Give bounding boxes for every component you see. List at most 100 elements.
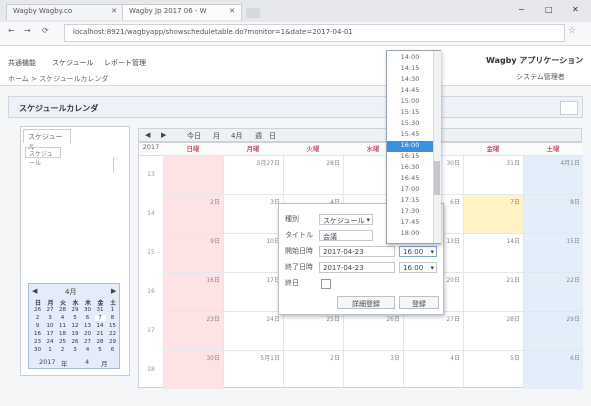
- calendar-day-cell[interactable]: 25日: [283, 311, 343, 350]
- time-option[interactable]: 17:00: [387, 185, 433, 196]
- calendar-day-cell[interactable]: 16日: [163, 272, 223, 311]
- time-option[interactable]: 17:30: [387, 207, 433, 218]
- mini-day[interactable]: 7: [94, 315, 106, 321]
- mini-day[interactable]: 15: [107, 323, 118, 329]
- register-button[interactable]: 登録: [399, 296, 439, 309]
- calendar-day-cell[interactable]: 23日: [163, 311, 223, 350]
- mini-day[interactable]: 30: [82, 307, 93, 313]
- time-option[interactable]: 15:30: [387, 119, 433, 130]
- week-view-button[interactable]: 週: [255, 131, 262, 141]
- calendar-day-cell[interactable]: 5日: [463, 350, 523, 389]
- browser-tab-2[interactable]: Wagby Jp 2017 06 - W ✕: [122, 4, 242, 20]
- mini-day[interactable]: 29: [107, 339, 118, 345]
- calendar-day-cell[interactable]: 28日: [283, 155, 343, 194]
- start-time-select[interactable]: 16:00 ▾: [399, 246, 437, 257]
- time-option[interactable]: 16:00: [387, 141, 433, 152]
- mini-day[interactable]: 26: [70, 339, 81, 345]
- calendar-day-cell[interactable]: 2日: [163, 194, 223, 233]
- star-icon[interactable]: ☆: [568, 26, 576, 36]
- mini-day[interactable]: 28: [95, 339, 106, 345]
- mini-day[interactable]: 4: [57, 315, 68, 321]
- calendar-day-cell[interactable]: 9日: [163, 233, 223, 272]
- time-option[interactable]: 16:30: [387, 163, 433, 174]
- minimize-icon[interactable]: −: [518, 5, 525, 14]
- mini-day[interactable]: 25: [57, 339, 68, 345]
- mini-day[interactable]: 20: [82, 331, 93, 337]
- title-input[interactable]: 会議: [319, 230, 373, 241]
- mini-day[interactable]: 1: [45, 347, 56, 353]
- close-icon[interactable]: ✕: [111, 7, 117, 15]
- mini-day[interactable]: 11: [57, 323, 68, 329]
- close-window-icon[interactable]: ✕: [572, 5, 579, 14]
- time-option[interactable]: 16:45: [387, 174, 433, 185]
- mini-day[interactable]: 3: [45, 315, 56, 321]
- filter-tag[interactable]: スケジュール: [25, 147, 61, 167]
- mini-day[interactable]: 6: [107, 347, 118, 353]
- mini-year[interactable]: 2017: [39, 358, 56, 366]
- day-view-button[interactable]: 日: [269, 131, 276, 141]
- maximize-icon[interactable]: □: [545, 5, 553, 14]
- time-option[interactable]: 16:15: [387, 152, 433, 163]
- calendar-day-cell[interactable]: 30日: [163, 350, 223, 389]
- calendar-day-cell[interactable]: 6日: [523, 350, 583, 389]
- mini-day[interactable]: 12: [70, 323, 81, 329]
- calendar-day-cell[interactable]: 4日: [403, 350, 463, 389]
- mini-day[interactable]: 4: [82, 347, 93, 353]
- time-option[interactable]: 15:15: [387, 108, 433, 119]
- mini-day[interactable]: 9: [32, 323, 43, 329]
- mini-day[interactable]: 28: [57, 307, 68, 313]
- dropdown-scroll-thumb[interactable]: [434, 161, 440, 195]
- mini-month-value[interactable]: 4: [85, 358, 89, 366]
- time-option[interactable]: 14:15: [387, 64, 433, 75]
- mini-day[interactable]: 5: [70, 315, 81, 321]
- close-icon[interactable]: ✕: [229, 7, 235, 15]
- new-tab-button[interactable]: [246, 8, 260, 18]
- mini-day[interactable]: 16: [32, 331, 43, 337]
- next-button[interactable]: ▶: [161, 131, 166, 139]
- mini-day[interactable]: 31: [95, 307, 106, 313]
- browser-tab-1[interactable]: Wagby Wagby.co ✕: [6, 4, 124, 20]
- calendar-day-cell[interactable]: 26日: [343, 311, 403, 350]
- start-date-input[interactable]: 2017-04-23: [319, 246, 395, 257]
- menu-item-schedule[interactable]: スケジュール: [52, 58, 94, 72]
- calendar-day-cell[interactable]: 15日: [523, 233, 583, 272]
- time-option[interactable]: 14:00: [387, 53, 433, 64]
- menu-item-report[interactable]: レポート管理: [104, 58, 146, 72]
- mini-day[interactable]: 17: [45, 331, 56, 337]
- address-bar[interactable]: localhost:8921/wagbyapp/showscheduletabl…: [64, 24, 565, 42]
- calendar-day-cell[interactable]: 22日: [523, 272, 583, 311]
- calendar-day-cell[interactable]: 4月1日: [523, 155, 583, 194]
- mini-day[interactable]: 27: [45, 307, 56, 313]
- calendar-day-cell[interactable]: 10日: [223, 233, 283, 272]
- mini-day[interactable]: 22: [107, 331, 118, 337]
- time-option[interactable]: 15:45: [387, 130, 433, 141]
- today-button[interactable]: 今日: [187, 131, 201, 141]
- time-option[interactable]: 14:30: [387, 75, 433, 86]
- calendar-day-cell[interactable]: 14日: [463, 233, 523, 272]
- calendar-day-cell[interactable]: 28日: [463, 311, 523, 350]
- calendar-day-cell[interactable]: [163, 155, 223, 194]
- mini-day[interactable]: 30: [32, 347, 43, 353]
- prev-month-icon[interactable]: ◀: [32, 287, 37, 295]
- mini-day[interactable]: 29: [70, 307, 81, 313]
- reload-icon[interactable]: ⟳: [42, 26, 49, 42]
- mini-day[interactable]: 3: [70, 347, 81, 353]
- calendar-day-cell[interactable]: 31日: [463, 155, 523, 194]
- next-month-icon[interactable]: ▶: [111, 287, 116, 295]
- calendar-day-cell[interactable]: 7日: [463, 194, 523, 233]
- mini-day[interactable]: 24: [45, 339, 56, 345]
- calendar-day-cell[interactable]: 8日: [523, 194, 583, 233]
- calendar-day-cell[interactable]: 27日: [403, 311, 463, 350]
- settings-button[interactable]: [560, 101, 578, 115]
- end-time-select[interactable]: 16:00 ▾: [399, 262, 437, 273]
- time-option[interactable]: 15:00: [387, 97, 433, 108]
- time-option[interactable]: 18:00: [387, 229, 433, 240]
- allday-checkbox[interactable]: [321, 279, 331, 289]
- mini-day[interactable]: 2: [57, 347, 68, 353]
- mini-day[interactable]: 18: [57, 331, 68, 337]
- calendar-day-cell[interactable]: 21日: [463, 272, 523, 311]
- prev-button[interactable]: ◀: [145, 131, 150, 139]
- type-select[interactable]: スケジュール ▾: [319, 214, 373, 225]
- time-option[interactable]: 14:45: [387, 86, 433, 97]
- dropdown-scrollbar[interactable]: [433, 51, 441, 243]
